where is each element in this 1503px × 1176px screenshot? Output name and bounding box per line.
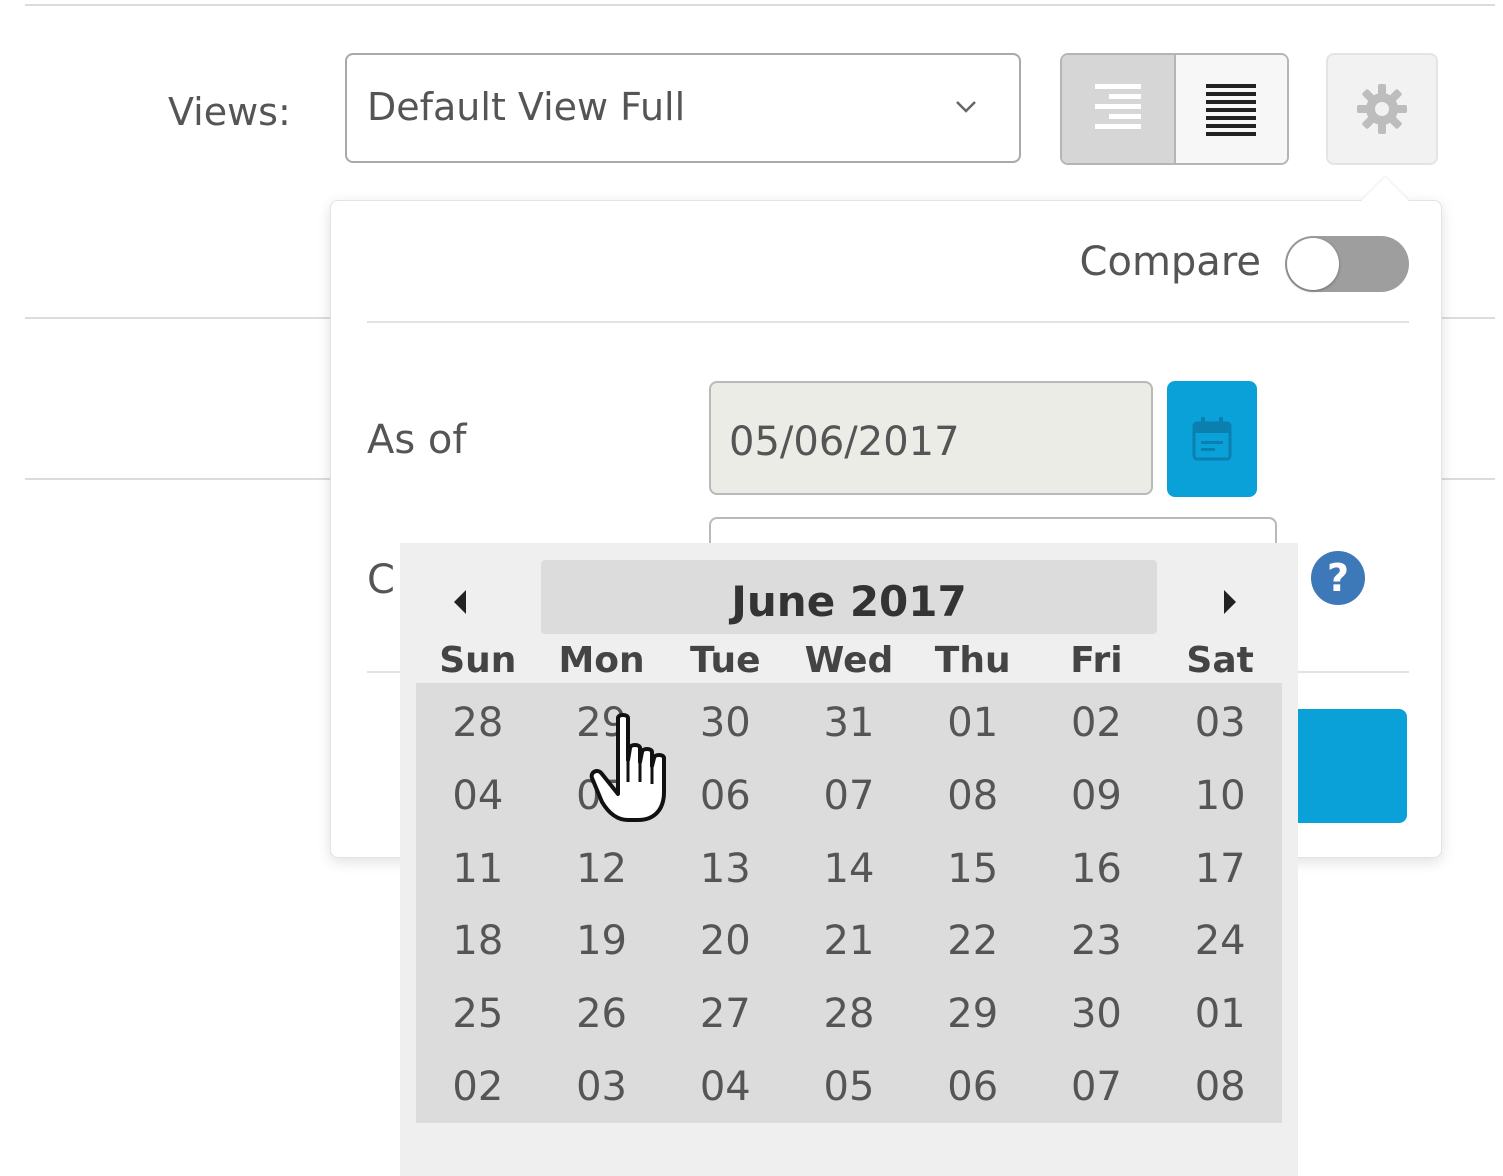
as-of-label: As of bbox=[367, 417, 467, 463]
day-cell[interactable]: 28 bbox=[787, 978, 911, 1051]
caret-left-icon bbox=[454, 590, 466, 614]
day-cell[interactable]: 04 bbox=[416, 760, 540, 833]
day-cell[interactable]: 05 bbox=[787, 1050, 911, 1123]
weekday-label: Tue bbox=[689, 640, 761, 681]
day-cell[interactable]: 19 bbox=[540, 905, 664, 978]
day-cell[interactable]: 12 bbox=[540, 832, 664, 905]
calendar-button[interactable] bbox=[1167, 381, 1257, 497]
day-cell[interactable]: 09 bbox=[1035, 760, 1159, 833]
day-cell[interactable]: 02 bbox=[1035, 687, 1159, 760]
day-cell[interactable]: 17 bbox=[1158, 832, 1282, 905]
settings-button[interactable] bbox=[1326, 53, 1438, 165]
day-cell[interactable]: 20 bbox=[663, 905, 787, 978]
apply-button[interactable] bbox=[1291, 709, 1407, 823]
day-cell[interactable]: 04 bbox=[663, 1050, 787, 1123]
weekday-label: Mon bbox=[558, 640, 645, 681]
weekday-label: Thu bbox=[934, 640, 1011, 681]
day-cell[interactable]: 08 bbox=[911, 760, 1035, 833]
layout-toggle-group bbox=[1060, 53, 1289, 165]
screen: Views: Default View Full Compare As of 0… bbox=[0, 0, 1503, 1176]
layout-justified-button[interactable] bbox=[1175, 55, 1287, 163]
day-cell[interactable]: 10 bbox=[1158, 760, 1282, 833]
justified-list-icon bbox=[1206, 84, 1257, 136]
day-cell[interactable]: 26 bbox=[540, 978, 664, 1051]
day-cell[interactable]: 22 bbox=[911, 905, 1035, 978]
datepicker-month-title[interactable]: June 2017 bbox=[541, 560, 1157, 634]
day-cell[interactable]: 21 bbox=[787, 905, 911, 978]
compare-toggle[interactable] bbox=[1285, 236, 1409, 292]
day-cell[interactable]: 30 bbox=[1035, 978, 1159, 1051]
views-dropdown[interactable]: Default View Full bbox=[345, 53, 1021, 163]
toggle-knob bbox=[1287, 238, 1339, 290]
weekday-label: Sat bbox=[1186, 640, 1254, 681]
next-month-button[interactable] bbox=[1210, 582, 1250, 622]
day-cell[interactable]: 14 bbox=[787, 832, 911, 905]
weekday-header: Sun Mon Tue Wed Thu Fri Sat bbox=[416, 640, 1282, 681]
day-cell[interactable]: 16 bbox=[1035, 832, 1159, 905]
day-cell[interactable]: 25 bbox=[416, 978, 540, 1051]
weekday-label: Wed bbox=[804, 640, 894, 681]
day-cell[interactable]: 13 bbox=[663, 832, 787, 905]
weekday-label: Fri bbox=[1070, 640, 1123, 681]
day-cell[interactable]: 29 bbox=[911, 978, 1035, 1051]
day-cell[interactable]: 01 bbox=[1158, 978, 1282, 1051]
day-cell[interactable]: 01 bbox=[911, 687, 1035, 760]
day-cell[interactable]: 31 bbox=[787, 687, 911, 760]
popover-arrow bbox=[1361, 177, 1409, 201]
day-cell[interactable]: 29 bbox=[540, 687, 664, 760]
day-cell[interactable]: 07 bbox=[787, 760, 911, 833]
views-label: Views: bbox=[168, 90, 291, 134]
popover-divider bbox=[367, 321, 1409, 323]
compare-label: Compare bbox=[1079, 239, 1261, 285]
prev-month-button[interactable] bbox=[440, 582, 480, 622]
day-cell[interactable]: 03 bbox=[540, 1050, 664, 1123]
compare-date-label: C bbox=[367, 557, 395, 603]
as-of-date-value: 05/06/2017 bbox=[729, 419, 960, 465]
layout-indented-button[interactable] bbox=[1062, 55, 1176, 163]
day-cell[interactable]: 08 bbox=[1158, 1050, 1282, 1123]
day-cell[interactable]: 18 bbox=[416, 905, 540, 978]
day-cell[interactable]: 28 bbox=[416, 687, 540, 760]
day-cell[interactable]: 30 bbox=[663, 687, 787, 760]
gear-icon bbox=[1357, 84, 1407, 134]
day-cell[interactable]: 15 bbox=[911, 832, 1035, 905]
day-cell[interactable]: 05 bbox=[540, 760, 664, 833]
day-cell[interactable]: 07 bbox=[1035, 1050, 1159, 1123]
day-cell[interactable]: 27 bbox=[663, 978, 787, 1051]
day-cell[interactable]: 06 bbox=[663, 760, 787, 833]
day-cell[interactable]: 03 bbox=[1158, 687, 1282, 760]
question-icon[interactable]: ? bbox=[1311, 551, 1365, 605]
indented-list-icon bbox=[1094, 84, 1141, 129]
day-cell[interactable]: 02 bbox=[416, 1050, 540, 1123]
day-cell[interactable]: 23 bbox=[1035, 905, 1159, 978]
views-selected-value: Default View Full bbox=[367, 85, 686, 129]
weekday-label: Sun bbox=[439, 640, 517, 681]
day-cell[interactable]: 24 bbox=[1158, 905, 1282, 978]
chevron-down-icon bbox=[956, 101, 976, 113]
as-of-date-input[interactable]: 05/06/2017 bbox=[709, 381, 1153, 495]
top-divider bbox=[25, 4, 1495, 6]
calendar-icon bbox=[1192, 417, 1232, 461]
day-cell[interactable]: 06 bbox=[911, 1050, 1035, 1123]
datepicker-day-grid: 28 29 30 31 01 02 03 04 05 06 07 08 09 10 11 12 13 14 15 16… bbox=[416, 683, 1282, 1123]
day-cell[interactable]: 11 bbox=[416, 832, 540, 905]
caret-right-icon bbox=[1224, 590, 1236, 614]
